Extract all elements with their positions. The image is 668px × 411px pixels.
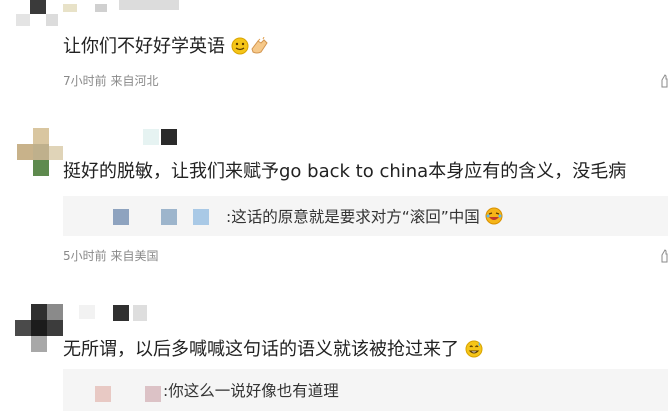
comment-text: 挺好的脱敏，让我们来赋予go back to china本身应有的含义，没毛病 [63, 161, 627, 182]
reply-box[interactable]: :你这么一说好像也有道理 [63, 369, 668, 411]
comment-feed: 让你们不好好学英语 7小时前 来自河北 挺好的脱敏，让我们来赋予go back … [0, 0, 668, 411]
avatar[interactable] [15, 128, 65, 178]
reply-text: :你这么一说好像也有道理 [163, 382, 339, 400]
laughing-emoji [485, 207, 503, 225]
username[interactable] [63, 305, 183, 321]
comment-meta: 7小时前 来自河北 [63, 74, 159, 88]
sweat-smile-emoji [465, 340, 483, 358]
reply-box[interactable]: :这话的原意就是要求对方“滚回”中国 [63, 196, 668, 236]
comment-text: 无所谓，以后多喊喊这句话的语义就该被抢过来了 [63, 340, 483, 360]
avatar[interactable] [15, 304, 65, 354]
avatar[interactable] [12, 0, 62, 28]
like-icon[interactable] [658, 249, 668, 263]
username[interactable] [63, 0, 183, 14]
reply-text: :这话的原意就是要求对方“滚回”中国 [226, 207, 503, 226]
username[interactable] [63, 129, 193, 145]
comment-meta: 5小时前 来自美国 [63, 249, 159, 263]
comment-text: 让你们不好好学英语 [63, 37, 269, 57]
smile-emoji [231, 37, 249, 55]
like-icon[interactable] [658, 74, 668, 88]
clap-emoji [251, 37, 268, 54]
